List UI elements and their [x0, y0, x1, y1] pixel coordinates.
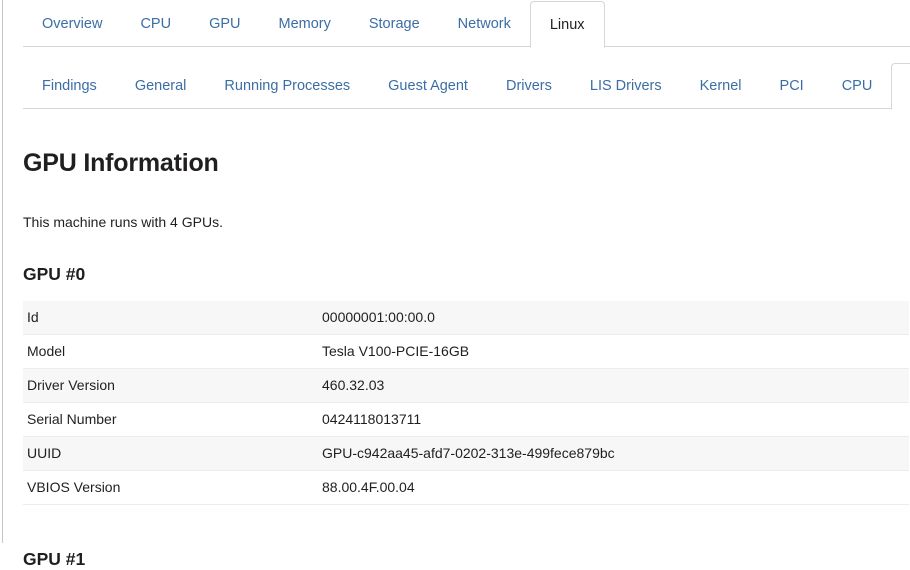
subtab-cpu[interactable]: CPU [823, 63, 892, 109]
tab-label: Findings [42, 78, 97, 94]
subtab-kernel[interactable]: Kernel [681, 63, 761, 109]
tab-cpu[interactable]: CPU [121, 1, 190, 47]
table-cell-value: GPU-c942aa45-afd7-0202-313e-499fece879bc [322, 445, 615, 461]
table-cell-key: VBIOS Version [27, 479, 121, 495]
tab-label: Linux [549, 17, 585, 33]
gpu-count-summary: This machine runs with 4 GPUs. [23, 214, 223, 230]
tab-gpu[interactable]: GPU [190, 1, 259, 47]
table-row: Id 00000001:00:00.0 [23, 301, 909, 335]
gpu-sections: GPU #0 Id 00000001:00:00.0 Model Tesla V100-… [23, 264, 910, 570]
table-row: Serial Number 0424118013711 [23, 403, 909, 437]
tab-label: Network [457, 16, 511, 32]
subtab-findings[interactable]: Findings [23, 63, 116, 109]
page-content: Overview CPU GPU Memory Storage Network Linux … [3, 0, 910, 569]
gpu-info-table: Id 00000001:00:00.0 Model Tesla V100-PCIE-1… [23, 301, 909, 505]
table-cell-key: UUID [27, 445, 62, 461]
table-cell-value: Tesla V100-PCIE-16GB [322, 343, 470, 359]
tab-label: CPU [841, 78, 873, 94]
table-cell-key: Model [27, 343, 66, 359]
table-cell-value: 00000001:00:00.0 [322, 309, 435, 325]
main-content: GPU Information This machine runs with 4… [3, 149, 910, 570]
tab-label: Memory [278, 16, 331, 32]
table-row: VBIOS Version 88.00.4F.00.04 [23, 471, 909, 505]
tab-memory[interactable]: Memory [259, 1, 349, 47]
tab-label: PCI [779, 78, 804, 94]
primary-tabstrip: Overview CPU GPU Memory Storage Network Linux [3, 0, 910, 48]
table-cell-key: Id [27, 309, 39, 325]
table-row: Driver Version 460.32.03 [23, 368, 909, 403]
table-cell-key: Serial Number [27, 411, 117, 427]
tab-network[interactable]: Network [439, 1, 530, 47]
tab-label: Running Processes [224, 78, 351, 94]
tab-storage[interactable]: Storage [350, 1, 439, 47]
subtab-running-processes[interactable]: Running Processes [205, 63, 369, 109]
table-cell-key: Driver Version [27, 377, 115, 393]
primary-tab-list: Overview CPU GPU Memory Storage Network Linux [23, 0, 605, 48]
tab-label: LIS Drivers [589, 78, 662, 94]
tab-label: Storage [368, 16, 420, 32]
page-title: GPU Information [23, 149, 219, 177]
table-cell-value: 88.00.4F.00.04 [322, 479, 415, 495]
tab-label: Drivers [505, 78, 552, 94]
subtab-pci[interactable]: PCI [761, 63, 823, 109]
subtab-general[interactable]: General [116, 63, 206, 109]
table-cell-value: 460.32.03 [322, 377, 385, 393]
table-row: UUID GPU-c942aa45-afd7-0202-313e-499fece8… [23, 436, 909, 471]
subtab-lis-drivers[interactable]: LIS Drivers [571, 63, 681, 109]
tab-label: General [134, 78, 187, 94]
table-row: Model Tesla V100-PCIE-16GB [23, 335, 909, 369]
tab-label: GPU [209, 16, 241, 32]
subtab-drivers[interactable]: Drivers [487, 63, 571, 109]
secondary-tab-list: Findings General Running Processes Guest Ag… [23, 62, 910, 110]
tab-overview[interactable]: Overview [23, 1, 121, 47]
tab-label: Kernel [699, 78, 742, 94]
subtab-gpu[interactable]: GPU [891, 63, 910, 110]
tab-label: Overview [42, 16, 103, 32]
gpu-section-heading: GPU #1 [23, 549, 86, 569]
gpu-section-heading: GPU #0 [23, 264, 86, 284]
table-cell-value: 0424118013711 [322, 411, 422, 427]
tab-label: CPU [140, 16, 172, 32]
tab-label: Guest Agent [388, 78, 468, 94]
tab-linux[interactable]: Linux [529, 1, 605, 48]
subtab-guest-agent[interactable]: Guest Agent [369, 63, 487, 109]
secondary-tabstrip: Findings General Running Processes Guest Ag… [3, 62, 910, 110]
